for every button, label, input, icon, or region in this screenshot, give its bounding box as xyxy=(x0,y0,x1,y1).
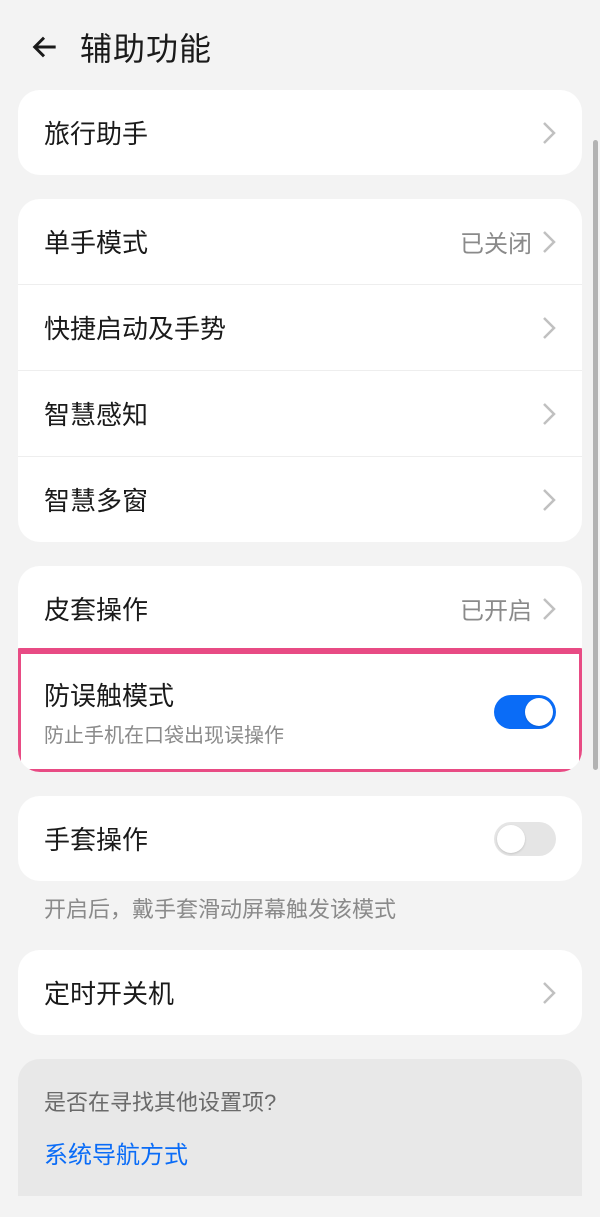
row-value: 已开启 xyxy=(460,591,532,626)
page-title: 辅助功能 xyxy=(80,24,212,70)
group-card: 定时开关机 xyxy=(18,950,582,1035)
chevron-right-icon xyxy=(542,121,556,145)
back-icon[interactable] xyxy=(28,31,60,63)
row-label: 单手模式 xyxy=(44,223,148,260)
group-card: 旅行助手 xyxy=(18,90,582,175)
chevron-right-icon xyxy=(542,316,556,340)
chevron-right-icon xyxy=(542,230,556,254)
row-value: 已关闭 xyxy=(460,224,532,259)
toggle-mistouch[interactable] xyxy=(494,695,556,729)
row-glove-mode[interactable]: 手套操作 xyxy=(18,796,582,881)
chevron-right-icon xyxy=(542,597,556,621)
footer-card: 是否在寻找其他设置项? 系统导航方式 xyxy=(18,1059,582,1196)
row-multi-window[interactable]: 智慧多窗 xyxy=(18,456,582,542)
row-shortcut-gestures[interactable]: 快捷启动及手势 xyxy=(18,284,582,370)
chevron-right-icon xyxy=(542,402,556,426)
row-flip-cover[interactable]: 皮套操作 已开启 xyxy=(18,566,582,651)
group-card: 皮套操作 已开启 防误触模式 防止手机在口袋出现误操作 xyxy=(18,566,582,772)
row-label: 智慧感知 xyxy=(44,395,148,432)
row-travel-assistant[interactable]: 旅行助手 xyxy=(18,90,582,175)
row-mistouch-prevention[interactable]: 防误触模式 防止手机在口袋出现误操作 xyxy=(18,651,582,772)
section-description: 开启后，戴手套滑动屏幕触发该模式 xyxy=(18,889,582,950)
row-description: 防止手机在口袋出现误操作 xyxy=(44,719,284,748)
footer-question: 是否在寻找其他设置项? xyxy=(44,1085,556,1117)
row-label: 定时开关机 xyxy=(44,974,174,1011)
scrollbar-indicator xyxy=(593,140,598,770)
row-one-hand-mode[interactable]: 单手模式 已关闭 xyxy=(18,199,582,284)
group-card: 手套操作 xyxy=(18,796,582,881)
chevron-right-icon xyxy=(542,488,556,512)
row-scheduled-power[interactable]: 定时开关机 xyxy=(18,950,582,1035)
toggle-glove[interactable] xyxy=(494,822,556,856)
row-label: 旅行助手 xyxy=(44,114,148,151)
row-label: 快捷启动及手势 xyxy=(44,309,226,346)
footer-link-system-navigation[interactable]: 系统导航方式 xyxy=(44,1135,556,1170)
chevron-right-icon xyxy=(542,981,556,1005)
row-label: 皮套操作 xyxy=(44,590,148,627)
row-label: 手套操作 xyxy=(44,820,148,857)
group-card: 单手模式 已关闭 快捷启动及手势 智慧感知 智慧多窗 xyxy=(18,199,582,542)
row-smart-sensing[interactable]: 智慧感知 xyxy=(18,370,582,456)
row-label: 防误触模式 xyxy=(44,676,284,713)
row-label: 智慧多窗 xyxy=(44,481,148,518)
